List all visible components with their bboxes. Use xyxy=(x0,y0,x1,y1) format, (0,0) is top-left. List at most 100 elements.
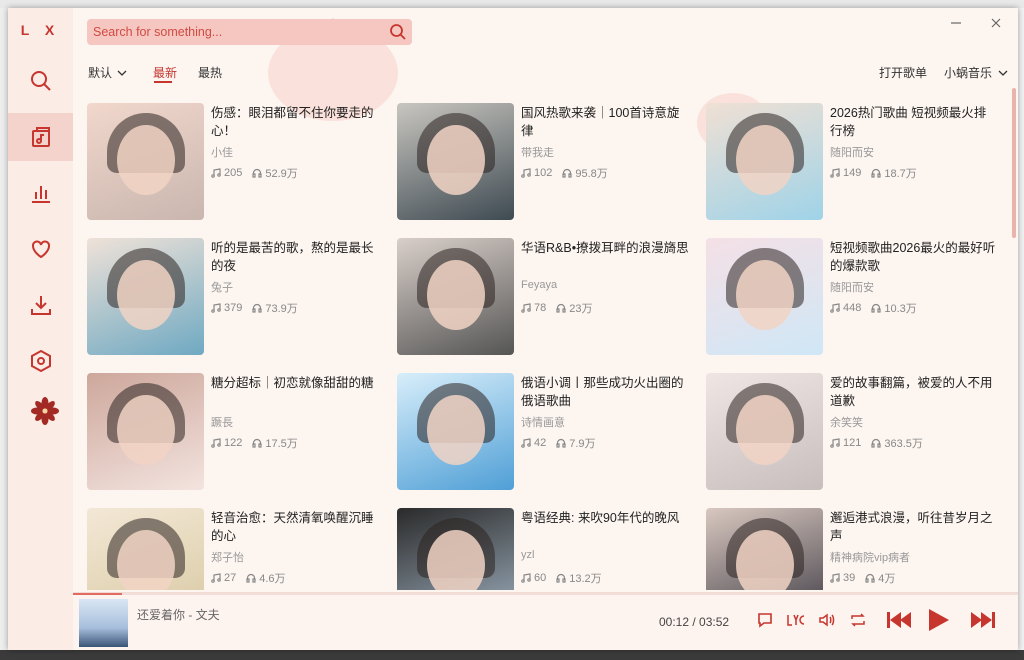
playlist-title[interactable]: 国风热歌来袭｜100首诗意旋律 xyxy=(521,104,689,140)
playlist-card[interactable]: 轻音治愈：天然清氧唤醒沉睡的心 郑子怡 27 4.6万 xyxy=(87,508,387,590)
play-count-value: 95.8万 xyxy=(575,168,608,180)
playlist-title[interactable]: 俄语小调丨那些成功火出圈的俄语歌曲 xyxy=(521,374,689,410)
playlist-cover[interactable] xyxy=(706,373,823,490)
playlist-author[interactable]: 郑子怡 xyxy=(211,549,244,565)
headphones-icon xyxy=(871,438,881,448)
playlist-author[interactable]: 诗情画意 xyxy=(521,414,565,430)
playlist-card[interactable]: 听的是最苦的歌，熬的是最长的夜 兔子 379 73.9万 xyxy=(87,238,387,356)
playlist-grid: 伤感：眼泪都留不住你要走的心！ 小佳 205 52.9万 国风热歌来袭｜100首诗意旋律… xyxy=(87,103,1007,590)
minimize-icon[interactable] xyxy=(949,16,963,30)
playlist-author[interactable]: 余笑笑 xyxy=(830,414,863,430)
playlist-cover[interactable] xyxy=(87,238,204,355)
search-input[interactable] xyxy=(93,19,383,45)
playlist-card[interactable]: 邂逅港式浪漫，听往昔岁月之声 精神病院vip病者 39 4万 xyxy=(706,508,1006,590)
playlist-cover[interactable] xyxy=(706,508,823,590)
playlist-card[interactable]: 短视频歌曲2026最火的最好听的爆款歌 随阳而安 448 10.3万 xyxy=(706,238,1006,356)
play-button[interactable] xyxy=(925,606,951,634)
sort-default-dropdown[interactable]: 默认 xyxy=(88,64,127,81)
next-button[interactable] xyxy=(969,608,997,632)
sort-default-label: 默认 xyxy=(88,66,113,80)
album-cover[interactable] xyxy=(79,599,128,647)
playlist-author[interactable]: 精神病院vip病者 xyxy=(830,549,910,565)
playlist-cover[interactable] xyxy=(397,238,514,355)
headphones-icon xyxy=(556,573,566,583)
music-note-icon xyxy=(521,168,531,178)
playlist-author[interactable]: 兔子 xyxy=(211,279,233,295)
playlist-card[interactable]: 2026热门歌曲 短视频最火排行榜 随阳而安 149 18.7万 xyxy=(706,103,1006,221)
playlist-title[interactable]: 轻音治愈：天然清氧唤醒沉睡的心 xyxy=(211,509,379,545)
playlist-card[interactable]: 华语R&B•撩拨耳畔的浪漫旖思 Feyaya 78 23万 xyxy=(397,238,697,356)
playlist-title[interactable]: 听的是最苦的歌，熬的是最长的夜 xyxy=(211,239,379,275)
playlist-title[interactable]: 短视频歌曲2026最火的最好听的爆款歌 xyxy=(830,239,998,275)
playlist-card[interactable]: 粤语经典: 来吹90年代的晚风 yzl 60 13.2万 xyxy=(397,508,697,590)
previous-button[interactable] xyxy=(885,608,913,632)
tab-latest[interactable]: 最新 xyxy=(153,64,177,81)
playlist-title[interactable]: 伤感：眼泪都留不住你要走的心！ xyxy=(211,104,379,140)
playlist-title[interactable]: 粤语经典: 来吹90年代的晚风 xyxy=(521,509,689,527)
playlist-title[interactable]: 华语R&B•撩拨耳畔的浪漫旖思 xyxy=(521,239,689,257)
cover-portrait xyxy=(117,260,175,330)
song-count: 78 xyxy=(521,302,546,314)
song-count: 60 xyxy=(521,572,546,584)
playlist-author[interactable]: 蹶長 xyxy=(211,414,233,430)
lyrics-button[interactable] xyxy=(785,610,807,630)
playlist-author[interactable]: 带我走 xyxy=(521,144,554,160)
playlist-stats: 122 17.5万 xyxy=(211,435,298,451)
playlist-cover[interactable] xyxy=(706,238,823,355)
playlist-stats: 60 13.2万 xyxy=(521,570,602,586)
playlist-card[interactable]: 国风热歌来袭｜100首诗意旋律 带我走 102 95.8万 xyxy=(397,103,697,221)
sidebar-item-song-lists[interactable] xyxy=(8,113,73,161)
sidebar-item-download[interactable] xyxy=(8,281,73,329)
tab-hottest[interactable]: 最热 xyxy=(198,64,222,81)
headphones-icon xyxy=(556,438,566,448)
scrollbar[interactable] xyxy=(1012,88,1016,238)
playlist-card[interactable]: 糖分超标｜初恋就像甜甜的糖 蹶長 122 17.5万 xyxy=(87,373,387,491)
playlist-cover[interactable] xyxy=(87,508,204,590)
skip-next-icon xyxy=(971,612,995,628)
song-count: 379 xyxy=(211,302,242,314)
comment-button[interactable] xyxy=(755,610,775,630)
open-playlist-button[interactable]: 打开歌单 xyxy=(879,64,927,81)
playlist-title[interactable]: 2026热门歌曲 短视频最火排行榜 xyxy=(830,104,998,140)
playlist-cover[interactable] xyxy=(397,103,514,220)
search-icon[interactable] xyxy=(389,23,407,41)
source-dropdown[interactable]: 小蜗音乐 xyxy=(944,64,1008,81)
playlist-cover[interactable] xyxy=(397,508,514,590)
sidebar-item-leaderboard[interactable] xyxy=(8,169,73,217)
playlist-title[interactable]: 糖分超标｜初恋就像甜甜的糖 xyxy=(211,374,379,392)
play-count-value: 363.5万 xyxy=(884,438,923,450)
sidebar-item-search[interactable] xyxy=(8,57,73,105)
playlist-title[interactable]: 爱的故事翻篇，被爱的人不用道歉 xyxy=(830,374,998,410)
playlist-author[interactable]: 小佳 xyxy=(211,144,233,160)
sidebar-item-settings[interactable] xyxy=(8,337,73,385)
playlist-cover[interactable] xyxy=(397,373,514,490)
playlist-author[interactable]: 随阳而安 xyxy=(830,279,874,295)
playlist-author[interactable]: yzl xyxy=(521,549,534,561)
playlist-cover[interactable] xyxy=(87,103,204,220)
close-icon[interactable] xyxy=(989,16,1003,30)
headphones-icon xyxy=(556,303,566,313)
playlist-title[interactable]: 邂逅港式浪漫，听往昔岁月之声 xyxy=(830,509,998,545)
cover-portrait xyxy=(736,125,794,195)
playlist-author[interactable]: Feyaya xyxy=(521,279,557,291)
music-note-icon xyxy=(211,168,221,178)
playlist-card[interactable]: 伤感：眼泪都留不住你要走的心！ 小佳 205 52.9万 xyxy=(87,103,387,221)
headphones-icon xyxy=(865,573,875,583)
playlist-cover[interactable] xyxy=(706,103,823,220)
progress-bar[interactable] xyxy=(73,593,1018,595)
play-count: 363.5万 xyxy=(871,435,923,451)
repeat-button[interactable] xyxy=(848,610,868,630)
playlist-card[interactable]: 爱的故事翻篇，被爱的人不用道歉余笑笑 121 363.5万 xyxy=(706,373,1006,491)
playlist-author[interactable]: 随阳而安 xyxy=(830,144,874,160)
song-list-icon xyxy=(31,127,50,147)
cover-portrait xyxy=(117,125,175,195)
volume-button[interactable] xyxy=(817,610,837,630)
main-content: 默认 最新 最热 打开歌单 小蜗音乐 伤感：眼泪都留不住你要走的心！ 小佳 205 5… xyxy=(73,8,1018,650)
song-count-value: 121 xyxy=(843,437,862,449)
music-note-icon xyxy=(830,168,840,178)
sidebar-item-favorites[interactable] xyxy=(8,225,73,273)
skip-previous-icon xyxy=(887,612,911,628)
heart-icon xyxy=(31,240,50,259)
playlist-cover[interactable] xyxy=(87,373,204,490)
playlist-card[interactable]: 俄语小调丨那些成功火出圈的俄语歌曲 诗情画意 42 7.9万 xyxy=(397,373,697,491)
